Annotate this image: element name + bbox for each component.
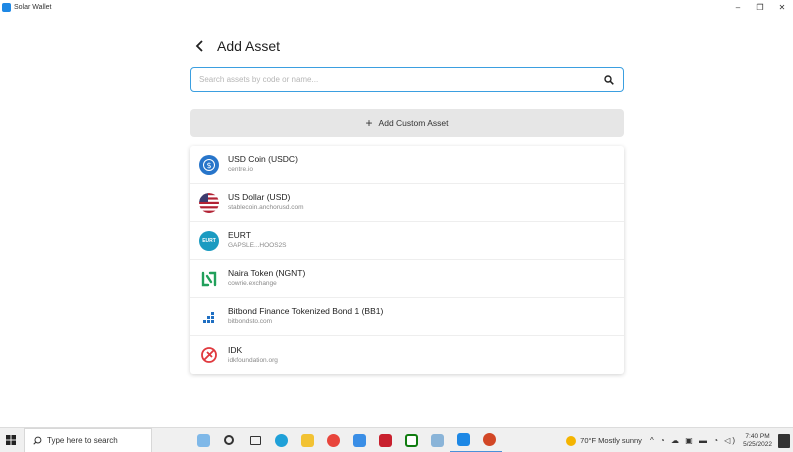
- taskbar-apps: [190, 428, 502, 452]
- weather-text: 70°F Mostly sunny: [580, 436, 642, 445]
- list-item[interactable]: EURT EURT GAPSLE...HOOS2S: [190, 222, 624, 260]
- taskbar-file-explorer-icon[interactable]: [294, 428, 320, 452]
- add-custom-asset-label: Add Custom Asset: [378, 118, 449, 128]
- window-titlebar: Solar Wallet – ❐ ✕: [0, 0, 793, 14]
- list-item[interactable]: Bitbond Finance Tokenized Bond 1 (BB1) b…: [190, 298, 624, 336]
- taskbar-search-box[interactable]: Type here to search: [24, 427, 152, 452]
- taskbar-clock[interactable]: 7:40 PM 5/25/2022: [743, 433, 772, 449]
- us-flag-icon: [199, 192, 219, 213]
- page-header: Add Asset: [190, 36, 625, 56]
- asset-domain: idkfoundation.org: [228, 356, 278, 364]
- chevron-left-icon[interactable]: [193, 39, 207, 53]
- window-controls: – ❐ ✕: [727, 0, 793, 14]
- taskbar-cortana-icon[interactable]: [216, 428, 242, 452]
- search-icon: [33, 436, 42, 445]
- svg-text:$: $: [206, 161, 211, 170]
- maximize-button[interactable]: ❐: [749, 0, 771, 14]
- taskbar-chrome-icon[interactable]: [320, 428, 346, 452]
- search-icon[interactable]: [603, 74, 615, 86]
- asset-name: IDK: [228, 344, 243, 355]
- windows-start-button[interactable]: [0, 428, 22, 452]
- asset-name: US Dollar (USD): [228, 192, 291, 202]
- weather-widget[interactable]: 70°F Mostly sunny: [566, 435, 642, 446]
- taskbar-powerpoint-icon[interactable]: [476, 428, 502, 452]
- ngnt-logo-icon: [199, 269, 219, 289]
- minimize-button[interactable]: –: [727, 0, 749, 14]
- clock-date: 5/25/2022: [743, 440, 772, 448]
- close-button[interactable]: ✕: [771, 0, 793, 14]
- window-title: Solar Wallet: [14, 3, 52, 11]
- bitbond-logo-icon: [199, 307, 219, 327]
- list-item[interactable]: $ USD Coin (USDC) centre.io: [190, 146, 624, 184]
- asset-domain: centre.io: [228, 166, 253, 173]
- page-title: Add Asset: [217, 38, 281, 54]
- taskbar-solar-wallet-icon[interactable]: [450, 428, 476, 452]
- asset-domain: stablecoin.anchorusd.com: [228, 204, 304, 211]
- asset-domain: GAPSLE...HOOS2S: [228, 242, 287, 249]
- clock-time: 7:40 PM: [745, 432, 770, 440]
- taskbar-edge-icon[interactable]: [268, 428, 294, 452]
- asset-name: USD Coin (USDC): [228, 154, 298, 164]
- list-item[interactable]: Naira Token (NGNT) cowrie.exchange: [190, 260, 624, 298]
- taskbar-app-icon[interactable]: [346, 428, 372, 452]
- asset-list: $ USD Coin (USDC) centre.io US Dollar (U…: [190, 146, 624, 374]
- solar-wallet-app-icon: [2, 2, 11, 12]
- system-tray: 70°F Mostly sunny ^ ◔ ☁ ▣ ▬ ◔ ◁) 7:40 PM…: [566, 428, 793, 452]
- asset-name: EURT: [228, 230, 251, 240]
- asset-search-input[interactable]: [199, 75, 603, 84]
- add-custom-asset-button[interactable]: + Add Custom Asset: [190, 109, 624, 137]
- list-item[interactable]: US Dollar (USD) stablecoin.anchorusd.com: [190, 184, 624, 222]
- asset-name: Bitbond Finance Tokenized Bond 1 (BB1): [228, 306, 384, 316]
- windows-taskbar: Type here to search 70°F Mostly sunny ^ …: [0, 427, 793, 452]
- asset-domain: bitbondsto.com: [228, 318, 273, 325]
- taskbar-app-icon[interactable]: [372, 428, 398, 452]
- tray-icons[interactable]: ^ ◔ ☁ ▣ ▬ ◔ ◁): [650, 436, 737, 445]
- sun-icon: [566, 435, 577, 446]
- plus-icon: +: [365, 116, 373, 130]
- usdc-logo-icon: $: [199, 154, 219, 175]
- taskbar-news-icon[interactable]: [190, 428, 216, 452]
- eurt-logo-text: EURT: [202, 237, 216, 244]
- asset-search-box: [190, 67, 624, 92]
- taskbar-task-view-icon[interactable]: [242, 428, 268, 452]
- taskbar-search-placeholder: Type here to search: [47, 435, 118, 445]
- taskbar-app-icon[interactable]: [424, 428, 450, 452]
- asset-name: Naira Token (NGNT): [228, 268, 306, 278]
- notification-center-icon[interactable]: [778, 433, 790, 448]
- taskbar-xbox-icon[interactable]: [398, 428, 424, 452]
- list-item[interactable]: IDK idkfoundation.org: [190, 336, 624, 374]
- eurt-logo-icon: EURT: [199, 230, 219, 251]
- idk-logo-icon: [199, 345, 219, 365]
- asset-domain: cowrie.exchange: [228, 280, 277, 287]
